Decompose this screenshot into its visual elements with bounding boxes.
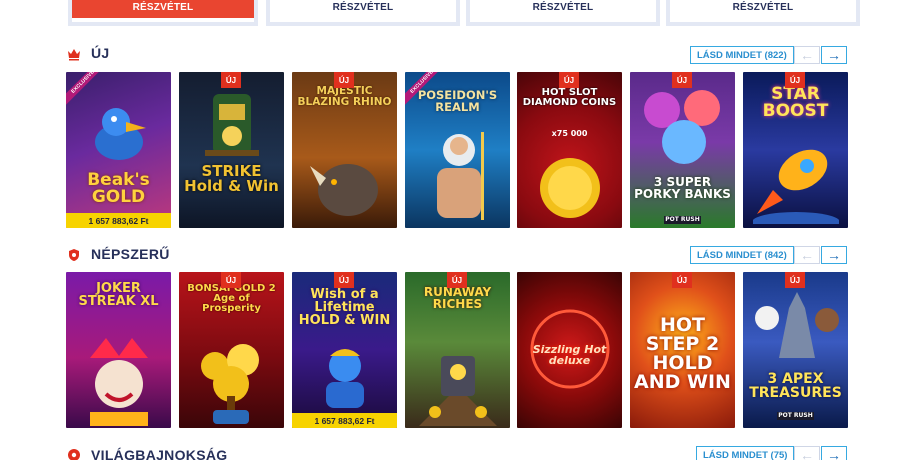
promo-card-4: RÉSZVÉTEL [666,0,860,26]
game-multiplier: x75 000 [551,129,588,138]
game-logo: RUNAWAY RICHES [423,285,492,311]
prev-arrow-button[interactable]: ← [794,246,820,264]
game-card-poseidons-realm[interactable]: POSEIDON'S REALM EXCLUSIVE [405,72,510,228]
new-badge: ÚJ [785,272,805,288]
participate-button-3[interactable]: RÉSZVÉTEL [470,0,656,18]
new-badge: ÚJ [447,272,467,288]
section-title: ÚJ [91,45,110,61]
joker-illustration [90,338,148,426]
genie-illustration [326,349,364,408]
new-badge: ÚJ [672,272,692,288]
game-card-joker-streak-xl[interactable]: JOKER STREAK XL [66,272,171,428]
participate-button-1[interactable]: RÉSZVÉTEL [72,0,254,18]
pot-rush-label: POT RUSH [664,216,701,224]
prev-arrow-button[interactable]: ← [794,446,820,460]
new-badge: ÚJ [221,72,241,88]
game-logo: HOT SLOT DIAMOND COINS [522,87,617,108]
new-badge: ÚJ [785,72,805,88]
new-badge: ÚJ [559,72,579,88]
participate-button-4[interactable]: RÉSZVÉTEL [670,0,856,18]
section-world-cup: VILÁGBAJNOKSÁG LÁSD MINDET (75) ← → [0,444,913,460]
see-all-button[interactable]: LÁSD MINDET (822) [690,46,794,64]
game-card-hot-slot-diamond-coins[interactable]: HOT SLOT DIAMOND COINS x75 000 ÚJ [517,72,622,228]
new-badge: ÚJ [221,272,241,288]
game-logo: 3 APEX TREASURES [749,371,842,401]
game-logo: Wish of a Lifetime HOLD & WIN [298,287,391,328]
bird-illustration [95,108,146,160]
new-badge: ÚJ [334,72,354,88]
game-card-beaks-gold[interactable]: Beak's GOLD EXCLUSIVE 1 657 883,62 Ft [66,72,171,228]
game-logo: MAJESTIC BLAZING RHINO [297,85,392,108]
soccer-ball-icon [68,449,80,460]
see-all-button[interactable]: LÁSD MINDET (842) [690,246,794,264]
participate-button-2[interactable]: RÉSZVÉTEL [270,0,456,18]
crown-icon [68,49,80,61]
coin-tree-illustration [201,344,259,424]
section-title: NÉPSZERŰ [91,246,170,262]
promo-card-3: RÉSZVÉTEL [466,0,660,26]
train-illustration [419,356,497,426]
game-logo: HOT STEP 2 HOLD AND WIN [634,314,731,393]
promo-row: RÉSZVÉTEL RÉSZVÉTEL RÉSZVÉTEL RÉSZVÉTEL [0,0,913,30]
section-title: VILÁGBAJNOKSÁG [91,447,228,460]
game-logo: JOKER STREAK XL [78,281,159,309]
game-card-bonsai-gold-2[interactable]: BONSAI GOLD 2 Age of Prosperity ÚJ [179,272,284,428]
game-card-porky-banks[interactable]: 3 SUPER PORKY BANKS POT RUSH ÚJ [630,72,735,228]
game-card-runaway-riches[interactable]: RUNAWAY RICHES ÚJ [405,272,510,428]
wolf-illustration [755,292,839,358]
game-logo: Beak's GOLD [87,170,150,207]
gold-coin-illustration [540,158,600,218]
game-logo: 3 SUPER PORKY BANKS [634,175,731,201]
shield-icon [69,249,79,261]
prev-arrow-button[interactable]: ← [794,46,820,64]
pot-rush-label: POT RUSH [777,412,814,420]
new-badge: ÚJ [334,272,354,288]
game-card-majestic-blazing-rhino[interactable]: MAJESTIC BLAZING RHINO ÚJ [292,72,397,228]
rhino-illustration [310,164,378,216]
train-illustration [205,94,259,156]
next-arrow-button[interactable]: → [821,446,847,460]
poseidon-illustration [437,132,484,220]
section-popular: NÉPSZERŰ LÁSD MINDET (842) ← → JOKER STR… [0,244,913,434]
game-card-3-apex-treasures[interactable]: 3 APEX TREASURES POT RUSH ÚJ [743,272,848,428]
game-logo: BONSAI GOLD 2 Age of Prosperity [187,283,276,314]
jackpot-amount: 1 657 883,62 Ft [292,413,397,428]
game-card-sizzling-hot-deluxe[interactable]: Sizzling Hot deluxe [517,272,622,428]
section-new: ÚJ LÁSD MINDET (822) ← → Beak's GOLD EXC… [0,44,913,234]
game-logo: Sizzling Hot deluxe [532,343,607,367]
game-logo: POSEIDON'S REALM [417,88,498,114]
promo-card-2: RÉSZVÉTEL [266,0,460,26]
game-logo: STAR BOOST [762,84,829,121]
next-arrow-button[interactable]: → [821,46,847,64]
new-badge: ÚJ [672,72,692,88]
next-arrow-button[interactable]: → [821,246,847,264]
game-card-wish-of-a-lifetime[interactable]: Wish of a Lifetime HOLD & WIN ÚJ 1 657 8… [292,272,397,428]
game-card-strike[interactable]: STRIKE Hold & Win ÚJ [179,72,284,228]
promo-card-1: RÉSZVÉTEL [68,0,258,26]
game-card-hot-step-2[interactable]: HOT STEP 2 HOLD AND WIN ÚJ [630,272,735,428]
game-card-star-boost[interactable]: STAR BOOST ÚJ [743,72,848,228]
pigs-illustration [644,90,720,164]
jackpot-amount: 1 657 883,62 Ft [66,213,171,228]
see-all-button[interactable]: LÁSD MINDET (75) [696,446,795,460]
rocket-illustration [753,149,839,224]
game-logo: STRIKE Hold & Win [184,162,279,195]
